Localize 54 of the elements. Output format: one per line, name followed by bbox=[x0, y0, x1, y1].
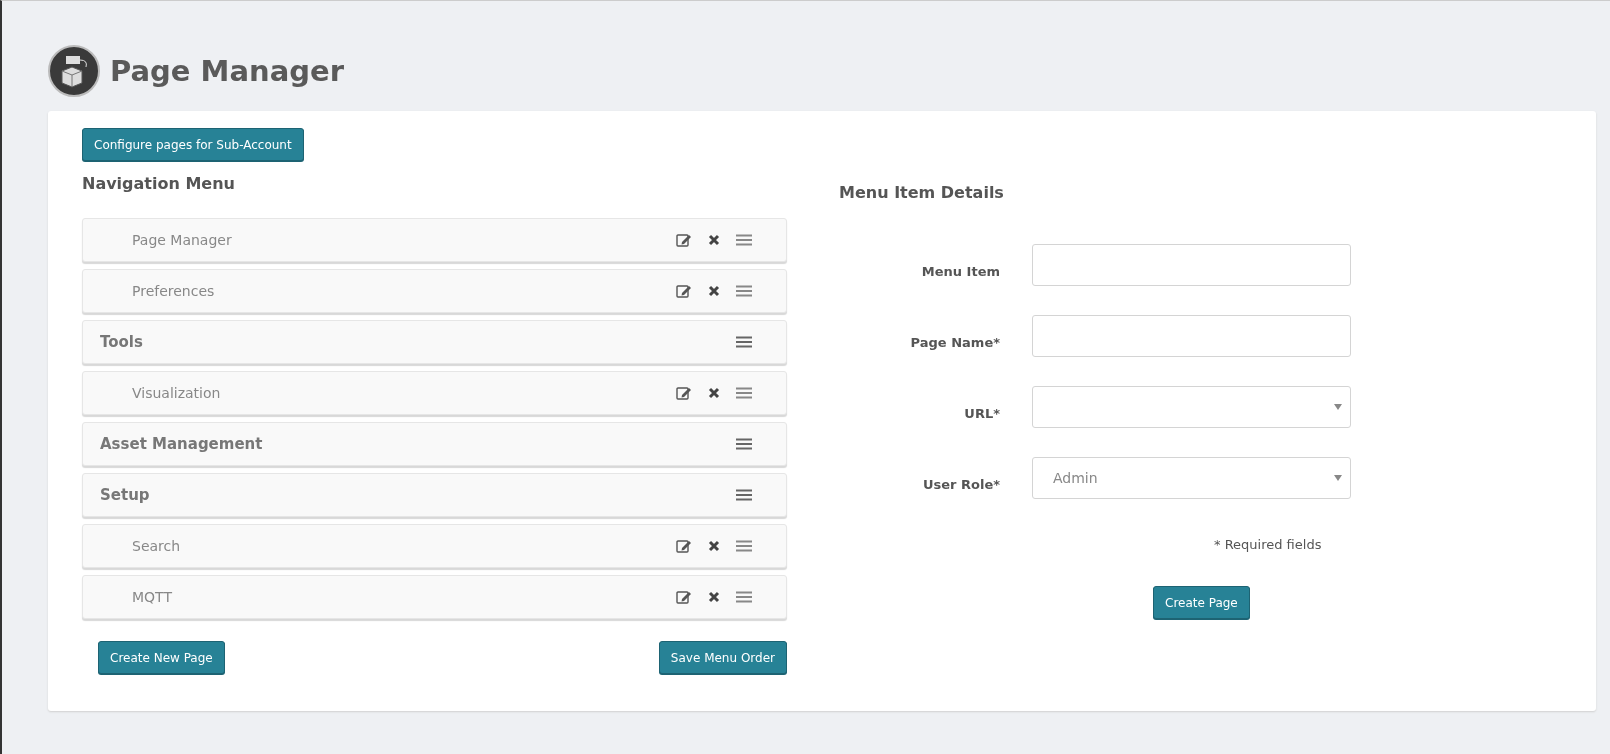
logo-icon bbox=[48, 45, 100, 97]
select-field[interactable]: Admin bbox=[1032, 457, 1351, 499]
edit-icon[interactable] bbox=[676, 590, 692, 604]
field-label: User Role* bbox=[921, 475, 1000, 492]
menu-group-label: Asset Management bbox=[100, 435, 264, 453]
drag-handle-icon[interactable] bbox=[736, 540, 752, 552]
caret-icon bbox=[1334, 475, 1342, 481]
select-value: Admin bbox=[1053, 470, 1098, 486]
menu-row[interactable]: Search bbox=[82, 524, 787, 568]
menu-item-label: Search bbox=[131, 538, 182, 554]
menu-row[interactable]: Page Manager bbox=[82, 218, 787, 262]
delete-icon[interactable] bbox=[708, 285, 720, 297]
menu-row[interactable]: Visualization bbox=[82, 371, 787, 415]
drag-handle-icon[interactable] bbox=[736, 336, 752, 348]
delete-icon[interactable] bbox=[708, 591, 720, 603]
menu-item-label: Visualization bbox=[131, 385, 222, 401]
menu-row[interactable]: Tools bbox=[82, 320, 787, 364]
edit-icon[interactable] bbox=[676, 284, 692, 298]
menu-item-label: Page Manager bbox=[131, 232, 233, 248]
text-field[interactable] bbox=[1032, 244, 1351, 286]
menu-item-label: MQTT bbox=[131, 589, 173, 605]
menu-row[interactable]: MQTT bbox=[82, 575, 787, 619]
menu-row[interactable]: Preferences bbox=[82, 269, 787, 313]
drag-handle-icon[interactable] bbox=[736, 387, 752, 399]
configure-subaccount-button[interactable]: Configure pages for Sub-Account bbox=[82, 128, 304, 161]
menu-row[interactable]: Setup bbox=[82, 473, 787, 517]
menu-group-label: Setup bbox=[100, 486, 151, 504]
delete-icon[interactable] bbox=[708, 234, 720, 246]
select-field[interactable] bbox=[1032, 386, 1351, 428]
create-page-button[interactable]: Create Page bbox=[1153, 586, 1250, 619]
drag-handle-icon[interactable] bbox=[736, 234, 752, 246]
delete-icon[interactable] bbox=[708, 540, 720, 552]
drag-handle-icon[interactable] bbox=[736, 285, 752, 297]
field-label: URL* bbox=[963, 404, 1000, 421]
field-label: Menu Item bbox=[920, 262, 1000, 279]
edit-icon[interactable] bbox=[676, 539, 692, 553]
page-title: Page Manager bbox=[110, 54, 344, 88]
caret-icon bbox=[1334, 404, 1342, 410]
required-note: * Required fields bbox=[1214, 537, 1323, 552]
drag-handle-icon[interactable] bbox=[736, 489, 752, 501]
menu-row[interactable]: Asset Management bbox=[82, 422, 787, 466]
create-new-page-button[interactable]: Create New Page bbox=[98, 641, 225, 674]
menu-group-label: Tools bbox=[100, 333, 144, 351]
field-label: Page Name* bbox=[909, 333, 1000, 350]
section-heading: Menu Item Details bbox=[839, 183, 1005, 202]
save-menu-order-button[interactable]: Save Menu Order bbox=[658, 641, 787, 674]
edit-icon[interactable] bbox=[676, 233, 692, 247]
delete-icon[interactable] bbox=[708, 387, 720, 399]
text-field[interactable] bbox=[1032, 315, 1351, 357]
drag-handle-icon[interactable] bbox=[736, 438, 752, 450]
menu-item-label: Preferences bbox=[131, 283, 216, 299]
section-heading: Navigation Menu bbox=[82, 174, 236, 193]
drag-handle-icon[interactable] bbox=[736, 591, 752, 603]
edit-icon[interactable] bbox=[676, 386, 692, 400]
